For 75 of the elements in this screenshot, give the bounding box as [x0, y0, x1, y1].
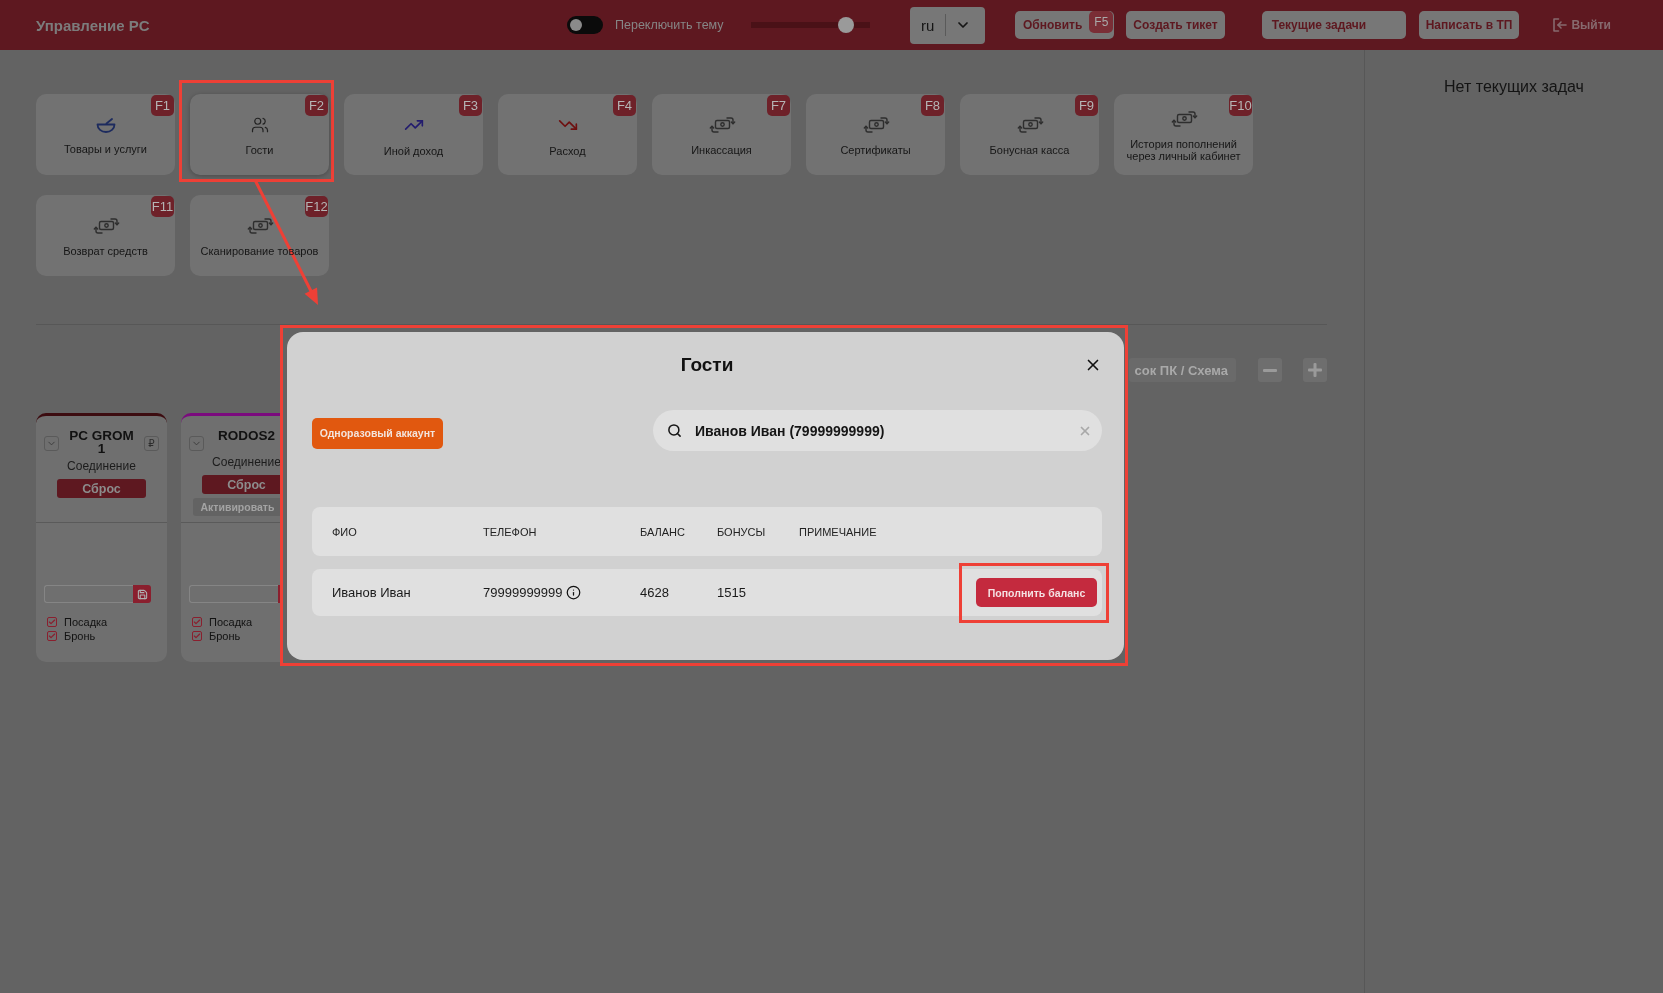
shortcut-badge: F1: [151, 95, 174, 116]
shortcut-badge: F4: [613, 95, 636, 116]
checkbox[interactable]: [47, 617, 57, 627]
bowl-icon: [95, 117, 116, 133]
action-tile[interactable]: F2 Гости: [190, 94, 329, 175]
tasks-button[interactable]: Текущие задачи: [1261, 11, 1406, 39]
action-tile[interactable]: F7 Инкассация: [652, 94, 791, 175]
shortcut-badge: F9: [1075, 95, 1098, 116]
checkbox-label: Бронь: [64, 630, 96, 642]
shortcut-badge: F3: [459, 95, 482, 116]
users-icon: [250, 116, 269, 135]
empty-tasks-text: Нет текущих задач: [1444, 78, 1584, 96]
checkbox-label: Посадка: [64, 616, 108, 628]
checkbox[interactable]: [192, 631, 202, 641]
column-header: ФИО: [332, 525, 358, 538]
logout-button[interactable]: Выйти: [1553, 18, 1611, 32]
reset-button[interactable]: Сброс: [57, 479, 146, 498]
save-icon: [136, 588, 148, 600]
expand-button[interactable]: [44, 436, 59, 451]
table-cell-text: Иванов Иван: [332, 585, 412, 600]
zoom-in-button[interactable]: [1303, 358, 1327, 382]
one-time-account-button[interactable]: Одноразовый аккаунт: [312, 417, 443, 449]
header-button[interactable]: Создать тикет: [1126, 11, 1225, 39]
input-field[interactable]: [44, 585, 133, 603]
shortcut-badge: F11: [151, 196, 174, 217]
expand-button[interactable]: [189, 436, 204, 451]
action-tile[interactable]: F1 Товары и услуги: [36, 94, 175, 175]
connection-status: Соединение: [67, 459, 136, 473]
checkbox[interactable]: [192, 617, 202, 627]
search-field[interactable]: Иванов Иван (79999999999): [653, 410, 1102, 451]
connection-status: Соединение: [212, 455, 281, 469]
action-tile[interactable]: F9 Бонусная касса: [960, 94, 1099, 175]
column-header: БАЛАНС: [640, 525, 686, 538]
app-title: Управление PC: [36, 16, 151, 34]
input-field[interactable]: [189, 585, 278, 603]
checkbox[interactable]: [47, 631, 57, 641]
shortcut-badge: F10: [1229, 95, 1252, 116]
table-cell-text: 1515: [717, 585, 747, 600]
search-value: Иванов Иван (79999999999): [695, 422, 886, 439]
top-up-button[interactable]: Пополнить баланс: [976, 578, 1097, 607]
shortcut-badge: F8: [921, 95, 944, 116]
action-tile[interactable]: F3 Иной доход: [344, 94, 483, 175]
table-cell-text: 4628: [640, 585, 670, 600]
theme-toggle[interactable]: [567, 16, 603, 34]
shortcut-badge: F5: [1089, 11, 1114, 33]
checkbox-label: Посадка: [209, 616, 253, 628]
checkbox-label: Бронь: [209, 630, 241, 642]
pc-name: PC GROM 1: [68, 429, 135, 455]
column-header: БОНУСЫ: [717, 525, 767, 538]
minus-icon: [1263, 368, 1277, 372]
view-toggle-button[interactable]: сок ПК / Схема: [1128, 358, 1236, 382]
info-icon[interactable]: [565, 585, 581, 600]
action-tile[interactable]: F11 Возврат средств: [36, 195, 175, 276]
shortcut-badge: F12: [305, 196, 328, 217]
column-header: ТЕЛЕФОН: [483, 525, 538, 538]
language-select[interactable]: ru: [910, 6, 985, 44]
theme-toggle-label: Переключить тему: [615, 18, 724, 32]
zoom-out-button[interactable]: [1258, 358, 1282, 382]
logout-icon: [1553, 18, 1568, 32]
plus-icon: [1308, 363, 1322, 377]
column-header: ПРИМЕЧАНИЕ: [799, 525, 878, 538]
search-icon: [667, 423, 682, 438]
ruble-button[interactable]: ₽: [144, 436, 159, 451]
dialog-title: Гости: [680, 354, 734, 376]
pc-name: RODOS2: [217, 429, 276, 442]
support-button[interactable]: Написать в ТП: [1418, 11, 1520, 39]
action-tile[interactable]: F10 История пополнений через личный кабинет: [1114, 94, 1253, 175]
action-tile[interactable]: F4 Расход: [498, 94, 637, 175]
header-button[interactable]: Обновить F5: [1015, 11, 1115, 39]
shortcut-badge: F2: [305, 95, 328, 116]
save-button[interactable]: [133, 585, 151, 603]
table-cell: 79999999999: [483, 585, 563, 600]
shortcut-badge: F7: [767, 95, 790, 116]
slider-thumb[interactable]: [838, 17, 855, 33]
action-tile[interactable]: F8 Сертификаты: [806, 94, 945, 175]
